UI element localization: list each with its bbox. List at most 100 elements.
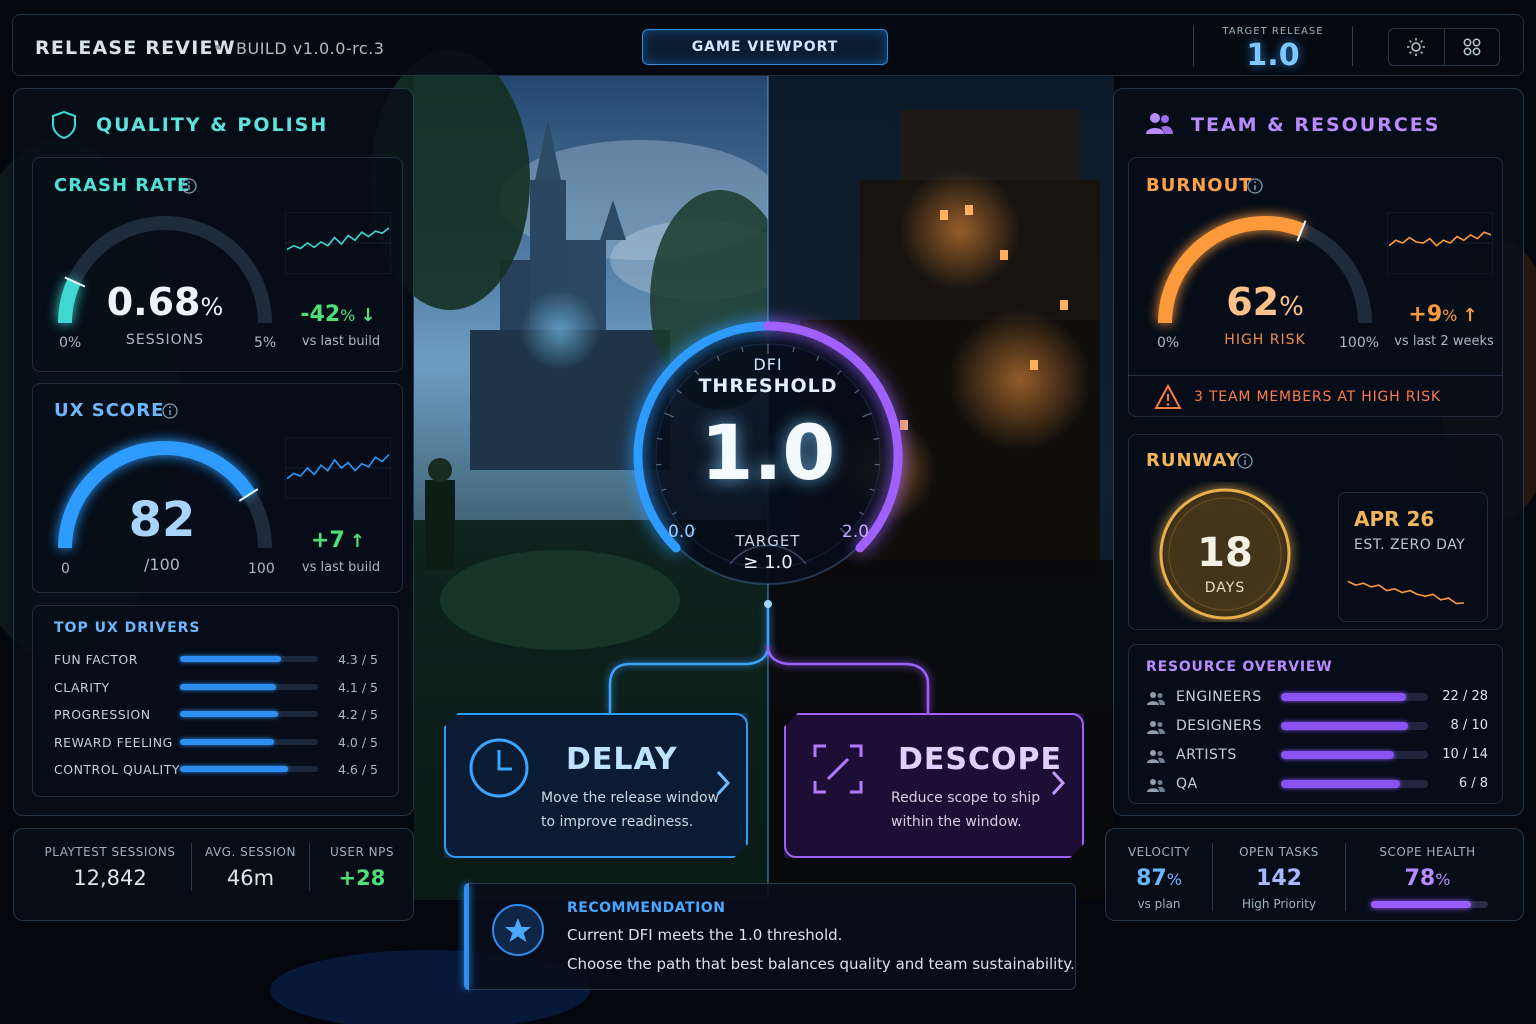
ux-score-min: 0 [61,561,70,577]
recommendation-label: RECOMMENDATION [567,900,726,916]
dfi-target-label: TARGET [735,532,801,550]
theme-toggle-button[interactable] [1389,29,1444,65]
velocity-label: VELOCITY [1127,845,1191,859]
header-icon-group [1388,28,1500,66]
dfi-value: 1.0 [700,408,836,497]
info-icon[interactable] [180,177,198,195]
arrow-up-icon: ↑ [1462,305,1478,326]
ux-driver-value: 4.0 / 5 [338,734,378,750]
recommendation-accent [464,883,469,990]
ux-driver-label: PROGRESSION [54,707,151,722]
crash-rate-unit: % [200,293,224,321]
info-icon[interactable] [161,402,179,420]
people-icon [1147,779,1165,792]
quality-panel-title: QUALITY & POLISH [96,114,329,136]
crash-rate-max: 5% [254,335,277,351]
zero-day-date: APR 26 [1354,507,1435,531]
scope-health-value: 78 [1404,866,1436,891]
ux-driver-bar-fill [180,656,281,662]
velocity-unit: % [1166,870,1182,889]
velocity-value-wrap: 87% [1106,866,1212,891]
user-nps-value: +28 [338,866,386,890]
arrow-down-icon: ↓ [360,305,376,326]
open-tasks-caption: High Priority [1241,897,1317,911]
burnout-sparkline-line [1388,231,1492,247]
resource-bar-track [1281,780,1428,788]
people-icon [1147,721,1165,734]
divider [1128,375,1503,376]
scope-health-bar-track [1371,901,1488,908]
layout-grid-button[interactable] [1443,29,1500,65]
crash-rate-delta-caption: vs last build [301,334,381,349]
avg-session-label: AVG. SESSION [205,845,296,859]
burnout-unit: % [1279,292,1304,322]
grid-icon [1463,38,1481,56]
ux-driver-bar-track [180,738,318,745]
clock-icon [469,738,529,798]
runway-sublabel: DAYS [1204,580,1246,596]
descope-title: DESCOPE [898,742,1063,777]
burnout-delta: +9 [1408,302,1443,327]
crop-icon [813,744,863,794]
ux-driver-label: CONTROL QUALITY [54,762,180,777]
shield-icon [52,110,76,140]
scope-health-value-wrap: 78% [1346,866,1509,891]
people-icon [1147,750,1165,763]
ux-score-title: UX SCORE [54,400,165,421]
burnout-delta-caption: vs last 2 weeks [1394,334,1494,349]
resource-label: DESIGNERS [1176,718,1262,734]
crash-rate-min: 0% [59,335,82,351]
open-tasks-value: 142 [1256,866,1302,891]
ux-driver-bar-fill [180,711,279,717]
burnout-min: 0% [1157,335,1180,351]
team-icon [1146,113,1173,134]
recommendation-line2: Choose the path that best balances quali… [567,955,1075,973]
ux-driver-bar-track [180,683,318,690]
ux-score-sparkline-line [286,453,390,480]
crash-rate-sparkline-line [286,227,390,251]
runway-value: 18 [1197,530,1253,576]
resource-bar-track [1281,693,1428,701]
velocity-value: 87 [1136,866,1167,891]
user-nps-label: USER NPS [330,845,394,859]
chevron-right-icon [1051,770,1066,796]
game-viewport-tab[interactable]: GAME VIEWPORT [642,29,888,65]
ux-score-delta-caption: vs last build [301,560,381,575]
resource-bar-fill [1281,751,1395,759]
target-release-value: 1.0 [1246,38,1300,73]
playtest-sessions-label: PLAYTEST SESSIONS [44,845,176,859]
info-icon[interactable] [1246,177,1264,195]
dfi-target-value: ≥ 1.0 [743,552,793,573]
resource-value: 8 / 10 [1450,718,1488,733]
ux-score-delta: +7 [311,528,345,553]
resource-label: ENGINEERS [1176,689,1262,705]
ux-driver-bar-fill [180,766,288,772]
dfi-title-line1: DFI [753,355,783,374]
burnout-alert: 3 TEAM MEMBERS AT HIGH RISK [1194,389,1441,405]
burnout-value: 62 [1226,280,1280,324]
ux-driver-value: 4.2 / 5 [338,707,378,722]
runway-sparkline [1347,580,1465,605]
crash-rate-sparkline [285,212,391,274]
page-title: RELEASE REVIEW [35,37,236,59]
crash-rate-value-wrap: 0.68% [54,280,276,324]
arrow-up-icon: ↑ [349,531,365,552]
ux-driver-label: CLARITY [54,679,110,695]
burnout-title: BURNOUT [1146,175,1253,196]
burnout-value-wrap: 62% [1155,280,1375,324]
ux-score-delta-wrap: +7 ↑ [285,528,391,553]
resource-bar-track [1281,751,1428,759]
crash-rate-delta-unit: % [340,306,356,325]
dfi-title-line2: THRESHOLD [698,375,838,397]
delay-line2: to improve readiness. [541,814,694,830]
burnout-max: 100% [1339,335,1380,351]
info-icon[interactable] [1236,452,1254,470]
team-panel-title: TEAM & RESOURCES [1191,114,1441,136]
resource-value: 6 / 8 [1458,776,1488,791]
ux-driver-bar-fill [180,738,274,745]
target-release-label: TARGET RELEASE [1222,26,1324,37]
crash-rate-delta-wrap: -42% ↓ [285,302,391,327]
ux-driver-bar-track [180,711,318,717]
ux-driver-label: REWARD FEELING [54,734,173,750]
delay-title: DELAY [566,742,678,777]
